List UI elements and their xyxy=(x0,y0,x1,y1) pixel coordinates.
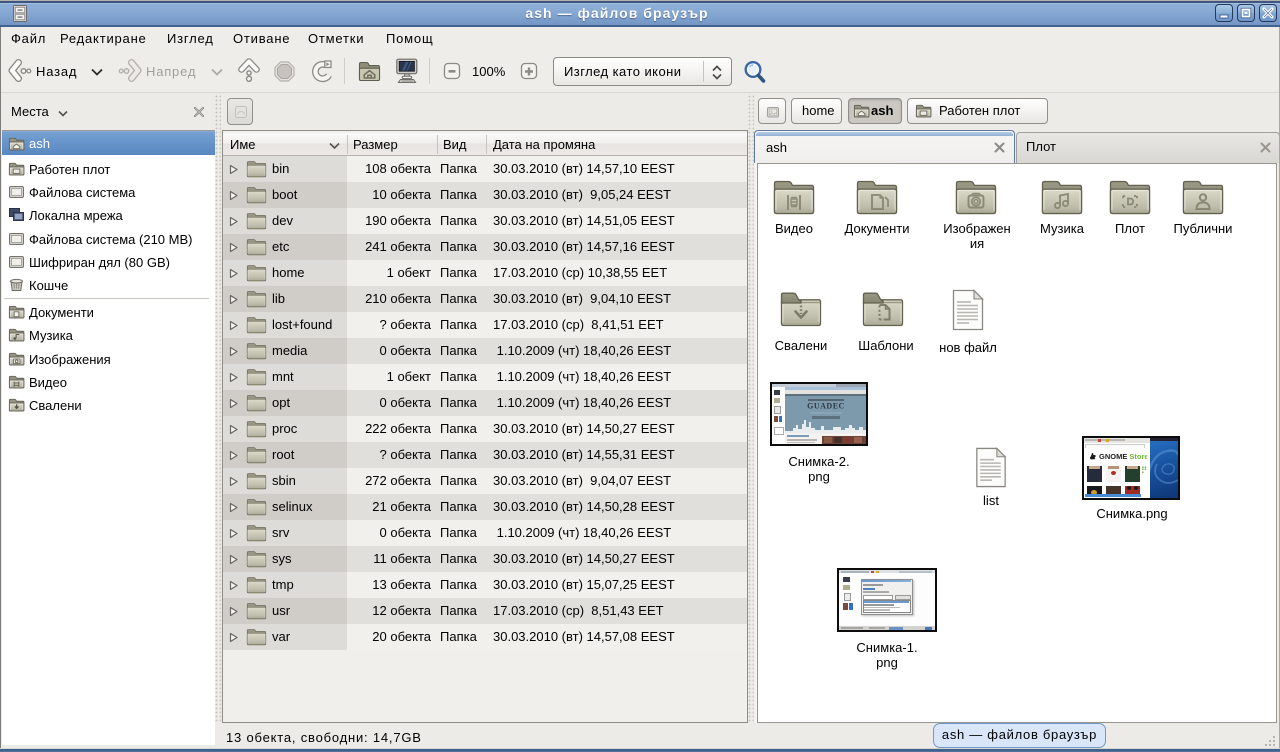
svg-text:GUADEC: GUADEC xyxy=(807,402,845,411)
svg-text:GNOME Store: GNOME Store xyxy=(1099,452,1147,461)
